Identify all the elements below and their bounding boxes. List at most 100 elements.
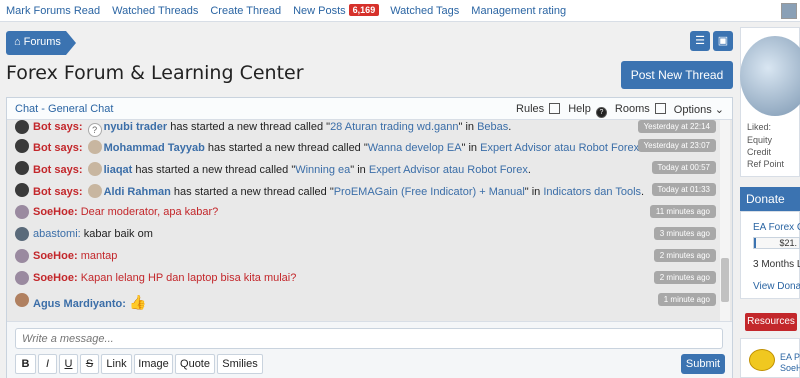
list-view-icon[interactable]: ☰ [690,31,710,51]
message-body: " in [524,186,544,198]
chat-scrollbar[interactable] [720,120,730,321]
post-new-thread-button[interactable]: Post New Thread [621,61,733,89]
view-donations-link[interactable]: View Donat [753,281,800,292]
expand-icon[interactable]: ▣ [713,31,733,51]
resource-title[interactable]: EA Pi [780,352,800,362]
user-link[interactable]: Aldi Rahman [104,186,171,198]
user-link[interactable]: nyubi trader [104,121,168,133]
breadcrumb-label: Forums [23,36,61,48]
user-link[interactable]: Mohammad Tayyab [104,142,205,154]
page-title: Forex Forum & Learning Center [6,62,304,84]
timestamp: Yesterday at 22:14 [637,120,716,133]
rules-icon [549,103,561,114]
resource-user[interactable]: SoeH [780,363,800,373]
donate-progress-fill [754,238,757,248]
message-input[interactable] [15,328,723,349]
user-link[interactable]: abastomi: [33,228,81,240]
thread-link[interactable]: 28 Aturan trading wd.gann [330,121,458,133]
thumbs-up-icon: 👍 [128,294,147,310]
donate-amount: $21. [779,238,797,248]
question-avatar-icon: ? [87,123,102,137]
nav-mark-forums-read[interactable]: Mark Forums Read [6,5,100,17]
italic-button[interactable]: I [38,354,57,374]
message-text: SoeHoe: Dear moderator, apa kabar? [33,206,218,218]
message-body: has started a new thread called " [132,164,296,176]
speaker-label: Bot says: [33,186,83,198]
top-navbar: Mark Forums Read Watched Threads Create … [0,0,800,22]
rooms-icon [654,103,666,114]
bot-avatar [15,139,29,153]
breadcrumb-forums[interactable]: ⌂ Forums [6,31,76,55]
list-item: Bot says: ? nyubi trader has started a ne… [13,120,716,137]
timestamp: Yesterday at 23:07 [637,139,716,152]
donate-campaign-link[interactable]: EA Forex C [753,222,800,233]
bold-button[interactable]: B [15,354,36,374]
forum-link[interactable]: Indicators dan Tools [543,186,641,198]
user-avatar-icon [15,205,29,219]
bot-avatar [15,120,29,134]
resources-tab[interactable]: Resources [745,313,797,331]
timestamp: 11 minutes ago [649,205,716,218]
thread-link[interactable]: Winning ea [295,164,350,176]
strike-button[interactable]: S [80,354,99,374]
options-link[interactable]: Options ⌄ [674,103,724,118]
chevron-down-icon: ⌄ [714,104,724,116]
forum-link[interactable]: Expert Advisor atau Robot Forex [369,164,528,176]
rooms-label: Rooms [614,103,650,115]
nav-new-posts[interactable]: New Posts [293,5,346,17]
bot-avatar [15,161,29,175]
stat-ref-point: Ref Point [747,159,785,169]
user-avatar-icon [15,271,29,285]
user-link[interactable]: SoeHoe: [33,206,78,218]
home-icon: ⌂ [14,36,21,48]
list-item: Bot says: Aldi Rahman has started a new … [13,180,716,200]
user-link[interactable]: liaqat [104,164,133,176]
user-avatar-icon [87,162,102,176]
underline-button[interactable]: U [59,354,78,374]
nav-watched-threads[interactable]: Watched Threads [112,5,198,17]
chat-room-title[interactable]: Chat - General Chat [15,103,113,115]
user-link[interactable]: SoeHoe: [33,272,78,284]
timestamp: 2 minutes ago [653,249,716,262]
nav-watched-tags[interactable]: Watched Tags [390,5,459,17]
chat-panel: Chat - General Chat Rules Help ? Rooms O… [6,97,733,378]
user-avatar-icon [87,140,102,154]
stat-liked: Liked: [747,122,772,132]
speaker-label: Bot says: [33,142,83,154]
message-body: Dear moderator, apa kabar? [80,206,219,218]
message-text: Agus Mardiyanto: 👍 [33,294,146,311]
nav-create-thread[interactable]: Create Thread [210,5,281,17]
thread-link[interactable]: Wanna develop EA [368,142,462,154]
timestamp: 2 minutes ago [653,271,716,284]
forum-link[interactable]: Expert Advisor atau Robot Forex [480,142,639,154]
rules-label: Rules [516,103,545,115]
user-link[interactable]: Agus Mardiyanto: [33,298,126,310]
list-item: SoeHoe: mantap 2 minutes ago [13,246,716,266]
smilies-button[interactable]: Smilies [217,354,263,374]
forum-link[interactable]: Bebas [477,121,508,133]
help-link[interactable]: Help ? [568,103,607,118]
user-avatar[interactable] [781,3,797,19]
nav-management-rating[interactable]: Management rating [471,5,566,17]
scrollbar-thumb[interactable] [721,258,729,302]
timestamp: 3 minutes ago [653,227,716,240]
submit-button[interactable]: Submit [681,354,725,374]
chat-messages: Bot says: ? nyubi trader has started a ne… [7,120,732,321]
rules-link[interactable]: Rules [516,103,561,118]
stat-equity: Equity [747,135,773,145]
message-body: mantap [80,250,118,262]
link-button[interactable]: Link [101,354,132,374]
message-body: Kapan lelang HP dan laptop bisa kita mul… [80,272,297,284]
message-text: SoeHoe: Kapan lelang HP dan laptop bisa … [33,272,296,284]
rooms-link[interactable]: Rooms [615,103,666,118]
user-avatar-icon [15,227,29,241]
donate-progress-bar: $21. [753,237,800,249]
options-label: Options [673,104,712,116]
new-posts-count-badge[interactable]: 6,169 [348,4,380,16]
user-link[interactable]: SoeHoe: [33,250,78,262]
thread-link[interactable]: ProEMAGain (Free Indicator) + Manual [334,186,525,198]
quote-button[interactable]: Quote [175,354,215,374]
top-nav-links: Mark Forums Read Watched Threads Create … [6,4,578,17]
message-body: has started a new thread called " [170,186,334,198]
image-button[interactable]: Image [134,354,173,374]
